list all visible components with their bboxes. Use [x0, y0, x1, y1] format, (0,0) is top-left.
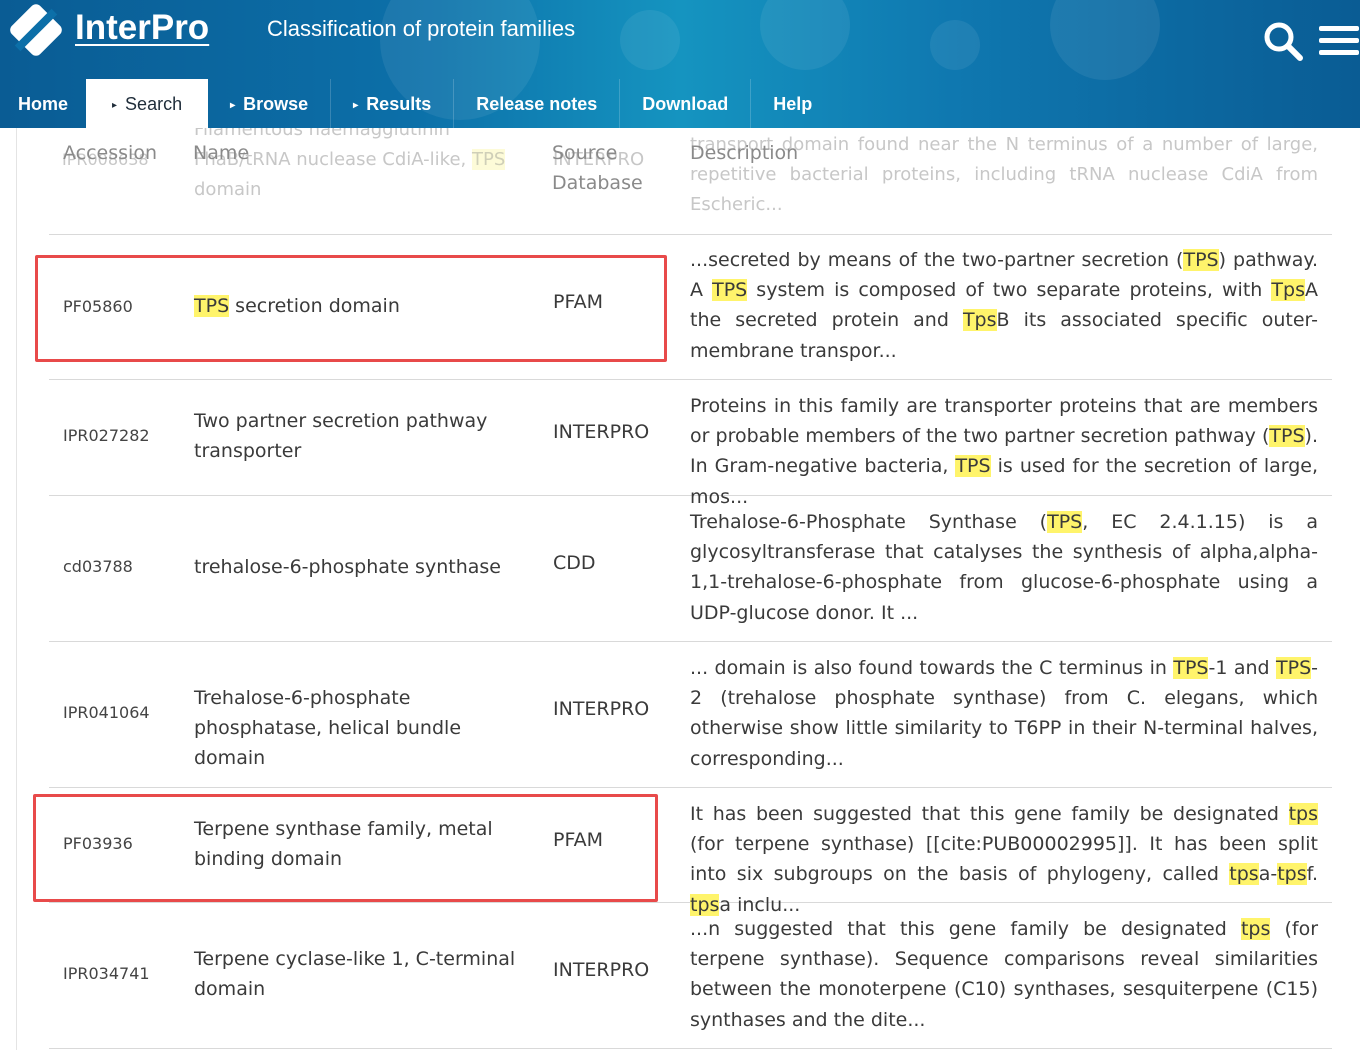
search-term-highlight: tps	[1240, 918, 1271, 940]
search-term-highlight: TPS	[1047, 511, 1083, 533]
row-accession[interactable]: cd03788	[63, 557, 133, 576]
ghost-desc-line3: Escheric...	[690, 194, 783, 215]
row-name[interactable]: Trehalose-6-phosphate phosphatase, helic…	[194, 683, 534, 773]
text-segment: ... domain is also found towards the C t…	[690, 657, 1174, 679]
table-row[interactable]: cd03788 trehalose-6-phosphate synthase CDD…	[49, 496, 1332, 642]
search-term-highlight: tps	[1277, 863, 1307, 886]
nav-tab-label: Download	[642, 94, 729, 114]
search-term-highlight: TPS	[955, 455, 991, 478]
row-source-database: CDD	[553, 552, 596, 574]
search-term-highlight: Tps	[962, 309, 997, 332]
text-segment: trehalose-6-phosphate synthase	[194, 556, 501, 578]
text-segment: -1 and	[1208, 657, 1277, 679]
table-row[interactable]: PF03936 Terpene synthase family, metal bi…	[49, 788, 1332, 916]
text-segment: It has been suggested that this gene fam…	[690, 803, 1289, 825]
row-source-database: PFAM	[553, 291, 604, 313]
text-segment: f.	[1306, 863, 1318, 886]
text-segment: Two partner secretion pathway transporte…	[194, 410, 488, 462]
row-name[interactable]: Terpene cyclase-like 1, C-terminal domai…	[194, 944, 534, 1004]
row-source-database: INTERPRO	[553, 959, 650, 981]
nav-tab-label: Browse	[243, 94, 309, 114]
text-segment: ...n suggested that this gene family be …	[690, 918, 1241, 940]
results-content: IPR008638 Filamentous haemagglutinin Fha…	[0, 0, 1360, 1050]
nav-tab-release-notes[interactable]: Release notes	[454, 79, 621, 128]
row-name[interactable]: TPS secretion domain	[194, 291, 534, 321]
nav-tab-label: Help	[773, 94, 813, 114]
header-decoration	[1050, 0, 1160, 80]
row-source-database: INTERPRO	[553, 698, 650, 720]
search-icon[interactable]	[1262, 20, 1304, 62]
search-term-highlight: TPS	[712, 279, 748, 302]
search-term-highlight: TPS	[1183, 249, 1219, 271]
nav-tab-home[interactable]: Home	[0, 79, 86, 128]
row-name[interactable]: trehalose-6-phosphate synthase	[194, 552, 534, 582]
row-accession[interactable]: PF03936	[63, 834, 133, 853]
content-left-border	[16, 128, 17, 1050]
search-term-highlight: TPS	[1276, 657, 1312, 679]
search-term-highlight: TPS	[194, 295, 230, 317]
nav-tab-label: Search	[125, 94, 183, 114]
row-name[interactable]: Terpene synthase family, metal binding d…	[194, 814, 534, 874]
row-description: ...n suggested that this gene family be …	[690, 914, 1318, 1035]
nav-tab-help[interactable]: Help	[751, 79, 834, 128]
table-row[interactable]: IPR027282 Two partner secretion pathway t…	[49, 380, 1332, 508]
header-decoration	[620, 10, 680, 70]
text-segment: a-	[1258, 863, 1278, 886]
header-decoration	[760, 0, 850, 70]
text-segment: ...secreted by means of the two-partner …	[690, 249, 1184, 271]
row-description: Proteins in this family are transporter …	[690, 391, 1318, 512]
search-term-highlight: TPS	[1269, 425, 1305, 448]
text-segment: secretion domain	[229, 295, 400, 317]
site-logo-text[interactable]: InterPro	[75, 8, 209, 48]
nav-arrow-icon: ▸	[230, 100, 236, 111]
text-segment: Trehalose-6-Phosphate Synthase (	[690, 511, 1048, 533]
header-decoration	[930, 20, 980, 70]
search-term-highlight: TPS	[1173, 657, 1209, 679]
table-row[interactable]: IPR041064 Trehalose-6-phosphate phosphata…	[49, 642, 1332, 788]
site-header: InterPro Classification of protein famil…	[0, 0, 1360, 128]
row-source-database: INTERPRO	[553, 421, 650, 443]
search-term-highlight: tps	[1288, 803, 1318, 825]
row-source-database: PFAM	[553, 829, 604, 851]
row-description: ...secreted by means of the two-partner …	[690, 245, 1318, 366]
menu-icon[interactable]	[1319, 22, 1359, 60]
column-header-accession[interactable]: Accession	[63, 138, 157, 168]
text-segment: system is composed of two separate prote…	[747, 279, 1272, 302]
row-accession[interactable]: IPR041064	[63, 703, 150, 722]
row-accession[interactable]: IPR034741	[63, 964, 150, 983]
row-description: Trehalose-6-Phosphate Synthase (TPS, EC …	[690, 507, 1318, 628]
search-term-highlight: Tps	[1271, 279, 1305, 302]
nav-tab-label: Home	[18, 94, 69, 114]
search-term-highlight: tps	[1229, 863, 1259, 886]
ghost-name-line3: domain	[194, 179, 262, 200]
nav-tab-results[interactable]: ▸ Results	[331, 79, 455, 128]
row-name[interactable]: Two partner secretion pathway transporte…	[194, 406, 534, 466]
text-segment: Trehalose-6-phosphate phosphatase, helic…	[194, 687, 462, 769]
interpro-logo-icon[interactable]	[8, 2, 64, 58]
table-row[interactable]: PF05860 TPS secretion domain PFAM ...secret…	[49, 235, 1332, 380]
row-description: ... domain is also found towards the C t…	[690, 653, 1318, 774]
nav-arrow-icon: ▸	[112, 100, 118, 111]
nav-tab-search[interactable]: ▸ Search	[86, 79, 209, 128]
site-tagline: Classification of protein families	[267, 16, 576, 41]
text-segment: Terpene synthase family, metal binding d…	[194, 818, 493, 870]
row-accession[interactable]: PF05860	[63, 297, 133, 316]
nav-tab-label: Release notes	[476, 94, 598, 114]
text-segment: (for terpene synthase) [[cite:PUB0000299…	[690, 833, 1318, 886]
column-header-name[interactable]: Name	[193, 138, 249, 168]
nav-tab-download[interactable]: Download	[620, 79, 752, 128]
column-header-description[interactable]: Description	[690, 138, 798, 168]
table-row[interactable]: IPR034741 Terpene cyclase-like 1, C-termi…	[49, 903, 1332, 1049]
main-nav: Home ▸ Search ▸ Browse ▸ Results Release notes D…	[0, 79, 834, 128]
text-segment: Terpene cyclase-like 1, C-terminal domai…	[194, 948, 516, 1000]
nav-arrow-icon: ▸	[353, 100, 359, 111]
nav-tab-label: Results	[366, 94, 432, 114]
column-header-source[interactable]: Source Database	[552, 138, 662, 198]
row-description: It has been suggested that this gene fam…	[690, 799, 1318, 920]
row-accession[interactable]: IPR027282	[63, 426, 150, 445]
nav-tab-browse[interactable]: ▸ Browse	[208, 79, 332, 128]
text-segment: Proteins in this family are transporter …	[690, 395, 1318, 448]
